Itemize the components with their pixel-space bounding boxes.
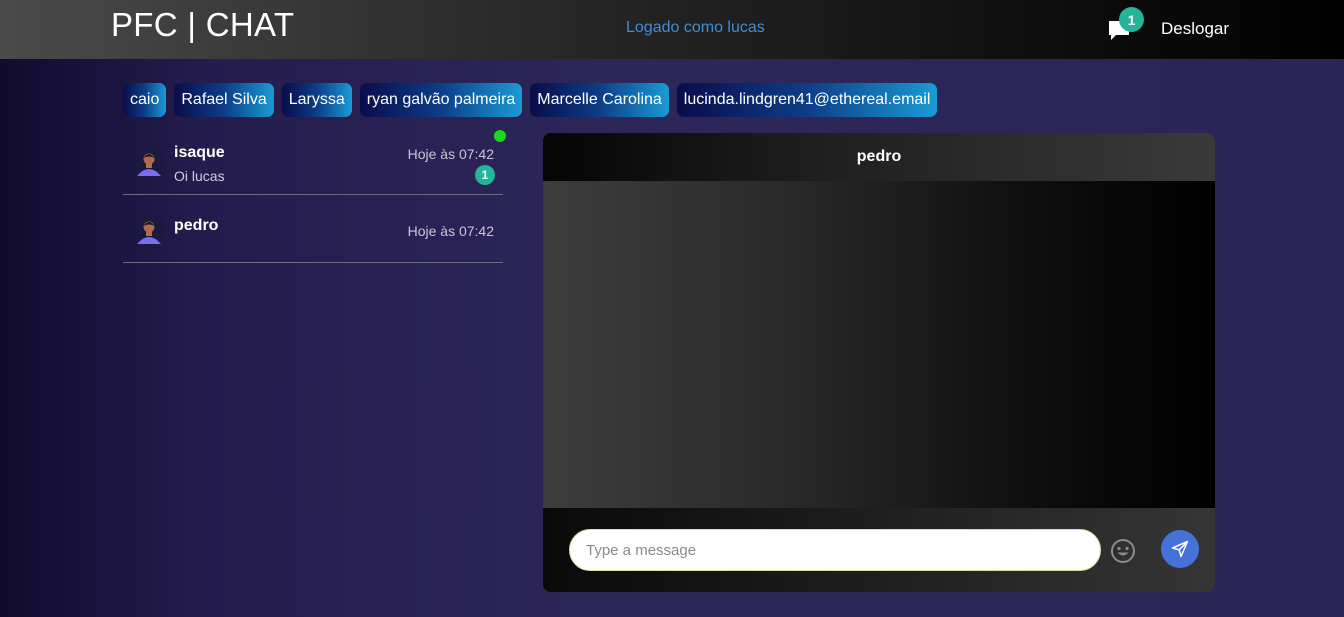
unread-badge: 1 [475, 165, 495, 185]
chat-messages-area[interactable] [543, 181, 1215, 508]
conversation-list: isaque Oi lucas Hoje às 07:42 1 pedro Ho… [123, 130, 506, 263]
conversation-name: pedro [174, 217, 219, 234]
smiley-icon[interactable] [1110, 538, 1136, 564]
online-indicator [494, 130, 506, 142]
logout-button[interactable]: Deslogar [1161, 19, 1229, 39]
conversation-name: isaque [174, 144, 225, 161]
top-navbar: PFC | CHAT Logado como lucas 1 Deslogar [0, 0, 1344, 59]
conversation-time: Hoje às 07:42 [407, 146, 494, 162]
user-chip[interactable]: Rafael Silva [174, 83, 274, 117]
user-chip[interactable]: Laryssa [281, 83, 352, 117]
logged-in-status: Logado como lucas [626, 19, 765, 36]
user-chip[interactable]: ryan galvão palmeira [359, 83, 523, 117]
chat-panel: pedro [543, 133, 1215, 592]
conversation-item-pedro[interactable]: pedro Hoje às 07:42 [123, 195, 503, 263]
chat-header-title: pedro [543, 133, 1215, 181]
user-chip[interactable]: caio [123, 83, 167, 117]
message-input[interactable] [569, 529, 1101, 571]
brand-title[interactable]: PFC | CHAT [111, 6, 294, 44]
conversation-last-message: Oi lucas [174, 168, 225, 184]
notification-badge: 1 [1119, 7, 1144, 32]
chat-composer [543, 508, 1215, 592]
conversation-item-isaque[interactable]: isaque Oi lucas Hoje às 07:42 1 [123, 130, 506, 195]
user-chip[interactable]: Marcelle Carolina [530, 83, 669, 117]
send-icon [1171, 540, 1189, 558]
conversation-time: Hoje às 07:42 [407, 223, 494, 239]
avatar [133, 146, 165, 178]
online-users-bar: caio Rafael Silva Laryssa ryan galvão pa… [123, 83, 938, 117]
send-button[interactable] [1161, 530, 1199, 568]
user-chip[interactable]: lucinda.lindgren41@ethereal.email [676, 83, 938, 117]
avatar [133, 214, 165, 246]
